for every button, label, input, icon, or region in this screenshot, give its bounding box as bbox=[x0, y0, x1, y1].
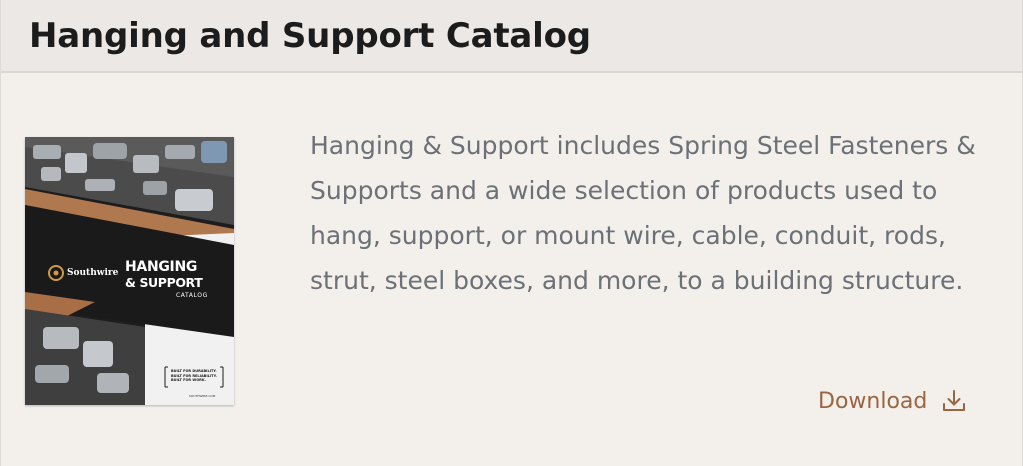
catalog-card: Hanging and Support Catalog Southwire HA… bbox=[0, 0, 1023, 466]
catalog-cover-image: Southwire HANGING & SUPPORT CATALOG BUIL… bbox=[25, 137, 234, 405]
cover-url: SOUTHWIRE.COM bbox=[189, 394, 216, 398]
cover-title-line2: & SUPPORT bbox=[125, 275, 203, 290]
download-label: Download bbox=[818, 388, 928, 414]
download-icon bbox=[941, 388, 967, 414]
card-header: Hanging and Support Catalog bbox=[1, 0, 1022, 73]
cover-title-line1: HANGING bbox=[125, 259, 198, 275]
catalog-description: Hanging & Support includes Spring Steel … bbox=[310, 131, 976, 295]
cover-tagline: BUILT FOR DURABILITY. BUILT FOR RELIABIL… bbox=[171, 369, 217, 382]
cover-brand-logo: Southwire bbox=[67, 268, 119, 278]
card-title: Hanging and Support Catalog bbox=[29, 16, 591, 56]
download-link[interactable]: Download bbox=[818, 384, 967, 418]
cover-subtitle: CATALOG bbox=[176, 292, 208, 299]
